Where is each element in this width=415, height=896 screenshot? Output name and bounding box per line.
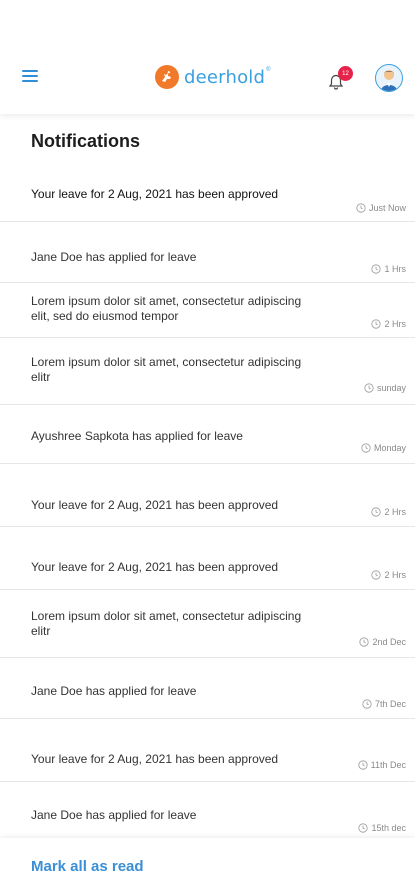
notification-time-label: 2 Hrs [384,319,406,329]
notification-time-label: Monday [373,443,406,453]
notification-time: 11th Dec [358,760,406,770]
notification-message: Lorem ipsum dolor sit amet, consectetur … [31,355,302,384]
deer-logo-icon [155,65,179,89]
notification-message: Jane Doe has applied for leave [31,684,197,698]
notification-time: 2nd Dec [359,637,406,647]
notification-message: Your leave for 2 Aug, 2021 has been appr… [31,752,279,766]
notification-item[interactable]: Lorem ipsum dolor sit amet, consectetur … [0,338,415,405]
clock-icon [356,203,366,213]
notification-message: Jane Doe has applied for leave [31,808,197,822]
notification-time: 2 Hrs [371,570,406,580]
notification-time: 15th dec [358,823,406,833]
user-avatar[interactable] [375,64,403,92]
notification-time: 2 Hrs [371,319,406,329]
notification-time-label: sunday [376,383,406,393]
notification-item[interactable]: Your leave for 2 Aug, 2021 has been appr… [0,176,415,222]
notification-time: 1 Hrs [371,264,406,274]
notification-item[interactable]: Your leave for 2 Aug, 2021 has been appr… [0,719,415,782]
notification-time-label: 2 Hrs [384,570,406,580]
notification-message: Lorem ipsum dolor sit amet, consectetur … [31,609,302,638]
notification-time-label: 2 Hrs [384,507,406,517]
notification-count-badge: 12 [338,66,353,81]
notification-time-label: 2nd Dec [372,637,406,647]
page-title: Notifications [31,131,141,151]
notification-item[interactable]: Lorem ipsum dolor sit amet, consectetur … [0,590,415,658]
notification-time: Monday [361,443,406,453]
clock-icon [361,443,371,453]
clock-icon [364,383,374,393]
notification-time-label: 1 Hrs [384,264,406,274]
clock-icon [371,319,382,329]
notification-item[interactable]: Lorem ipsum dolor sit amet, consectetur … [0,283,415,338]
footer-bar: Mark all as read [0,838,415,896]
notification-time: sunday [364,383,406,393]
clock-icon [371,570,382,580]
registered-mark: ® [266,67,271,73]
clock-icon [359,637,370,647]
notification-message: Ayushree Sapkota has applied for leave [31,429,243,443]
notification-item[interactable]: Jane Doe has applied for leave 1 Hrs [0,222,415,283]
hamburger-icon[interactable] [22,70,38,82]
notification-message: Jane Doe has applied for leave [31,250,197,264]
clock-icon [358,823,369,833]
notification-item[interactable]: Your leave for 2 Aug, 2021 has been appr… [0,527,415,590]
mark-all-read-button[interactable]: Mark all as read [31,858,144,875]
notification-time: 7th Dec [362,699,406,709]
brand-logo[interactable]: deerhold ® [155,65,271,89]
notification-message: Lorem ipsum dolor sit amet, consectetur … [31,294,302,323]
notification-item[interactable]: Ayushree Sapkota has applied for leave Mo… [0,405,415,464]
notification-message: Your leave for 2 Aug, 2021 has been appr… [31,560,279,574]
brand-name: deerhold [184,66,266,88]
notification-item[interactable]: Jane Doe has applied for leave 7th Dec [0,658,415,719]
notifications-screen: deerhold ® 12 Notifications Your leave f… [0,0,415,896]
notification-time-label: Just Now [368,203,406,213]
notification-time-label: 7th Dec [374,699,406,709]
notification-time-label: 11th Dec [370,760,406,770]
notification-item[interactable]: Your leave for 2 Aug, 2021 has been appr… [0,464,415,527]
notification-time: Just Now [356,203,406,213]
app-header: deerhold ® 12 [0,0,415,114]
notification-message: Your leave for 2 Aug, 2021 has been appr… [31,498,279,512]
notification-item[interactable]: Jane Doe has applied for leave 15th dec [0,782,415,838]
notification-time: 2 Hrs [371,507,406,517]
clock-icon [362,699,372,709]
clock-icon [358,760,368,770]
notification-time-label: 15th dec [371,823,406,833]
clock-icon [371,507,382,517]
notification-message: Your leave for 2 Aug, 2021 has been appr… [31,187,279,201]
clock-icon [371,264,382,274]
